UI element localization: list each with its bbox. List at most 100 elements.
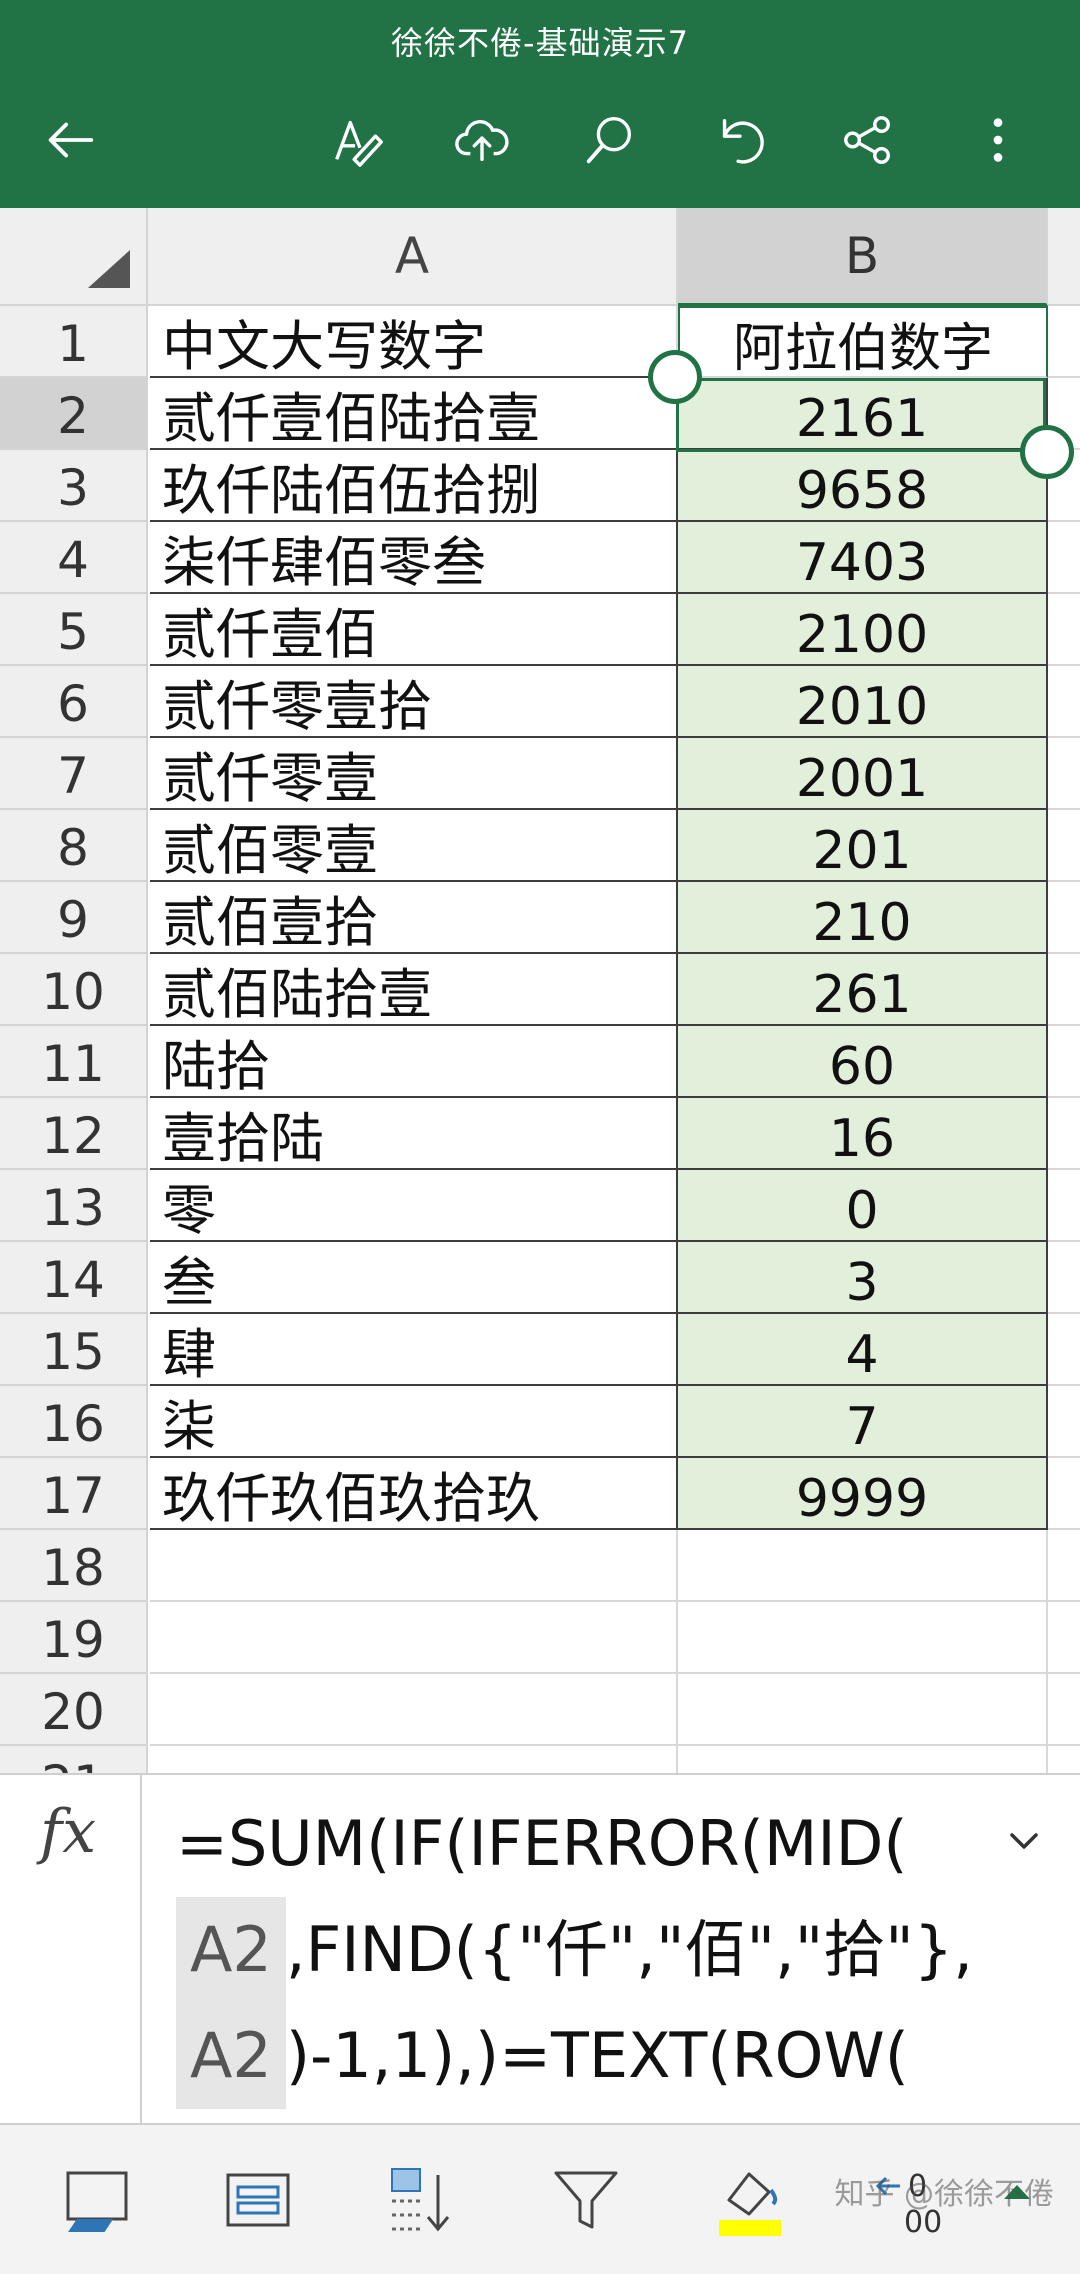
cell-c[interactable] (1048, 1530, 1080, 1602)
cell-c[interactable] (1048, 1026, 1080, 1098)
cell-b[interactable]: 201 (678, 810, 1048, 882)
cell-a[interactable]: 壹拾陆 (150, 1098, 678, 1170)
cell-a[interactable]: 贰仟壹佰陆拾壹 (150, 378, 678, 450)
cell-c[interactable] (1048, 666, 1080, 738)
row-header[interactable]: 19 (0, 1602, 148, 1674)
cell-b[interactable]: 3 (678, 1242, 1048, 1314)
cell-b[interactable]: 16 (678, 1098, 1048, 1170)
cell-b[interactable]: 210 (678, 882, 1048, 954)
cell-b[interactable]: 2161 (678, 378, 1048, 450)
share-button[interactable] (830, 102, 906, 178)
selection-handle-top-left[interactable] (648, 350, 702, 404)
cell-a[interactable] (150, 1602, 678, 1674)
cell-a[interactable]: 贰佰壹拾 (150, 882, 678, 954)
row-header[interactable]: 18 (0, 1530, 148, 1602)
row-header[interactable]: 12 (0, 1098, 148, 1170)
fill-color-button[interactable] (690, 2145, 810, 2255)
row-header[interactable]: 15 (0, 1314, 148, 1386)
more-button[interactable] (960, 102, 1036, 178)
cell-c[interactable] (1048, 882, 1080, 954)
row-header[interactable]: 20 (0, 1674, 148, 1746)
cell-a[interactable]: 贰仟壹佰 (150, 594, 678, 666)
cell-a[interactable] (150, 1674, 678, 1746)
cell-b[interactable]: 0 (678, 1170, 1048, 1242)
row-header[interactable]: 13 (0, 1170, 148, 1242)
cell-c[interactable] (1048, 1386, 1080, 1458)
back-button[interactable] (32, 102, 108, 178)
cell-b[interactable]: 2100 (678, 594, 1048, 666)
cell-b[interactable]: 阿拉伯数字 (678, 306, 1048, 379)
row-header[interactable]: 11 (0, 1026, 148, 1098)
formula-input[interactable]: =SUM(IF(IFERROR(MID( A2 ,FIND({"仟","佰","拾… (176, 1791, 976, 2109)
chevron-down-icon[interactable] (1002, 1819, 1046, 1863)
column-header-a[interactable]: A (148, 208, 678, 306)
cell-a[interactable]: 贰仟零壹拾 (150, 666, 678, 738)
row-header[interactable]: 3 (0, 450, 148, 522)
cell-a[interactable]: 柒仟肆佰零叁 (150, 522, 678, 594)
row-header[interactable]: 5 (0, 594, 148, 666)
cell-a[interactable]: 陆拾 (150, 1026, 678, 1098)
cell-c[interactable] (1048, 1458, 1080, 1530)
cell-b[interactable]: 7403 (678, 522, 1048, 594)
cell-b[interactable]: 9658 (678, 450, 1048, 522)
cell-b[interactable] (678, 1602, 1048, 1674)
cell-a[interactable]: 贰佰零壹 (150, 810, 678, 882)
cell-c[interactable] (1048, 1170, 1080, 1242)
cell-c[interactable] (1048, 594, 1080, 666)
edit-button[interactable] (320, 102, 396, 178)
cell-a[interactable]: 贰仟零壹 (150, 738, 678, 810)
column-header-c[interactable] (1048, 208, 1080, 306)
cell-a[interactable]: 玖仟玖佰玖拾玖 (150, 1458, 678, 1530)
cell-b[interactable] (678, 1674, 1048, 1746)
cell-b[interactable]: 9999 (678, 1458, 1048, 1530)
row-header[interactable]: 4 (0, 522, 148, 594)
cell-a[interactable]: 叁 (150, 1242, 678, 1314)
row-header[interactable]: 9 (0, 882, 148, 954)
row-header[interactable]: 16 (0, 1386, 148, 1458)
cell-c[interactable] (1048, 1314, 1080, 1386)
cell-b[interactable]: 60 (678, 1026, 1048, 1098)
cell-c[interactable] (1048, 1242, 1080, 1314)
spreadsheet-grid[interactable]: A B 1 中文大写数字 阿拉伯数字 2 贰仟壹佰陆拾壹 2161 3 玖仟陆佰伍拾捌 9658… (0, 208, 1080, 1773)
cell-a[interactable]: 肆 (150, 1314, 678, 1386)
cell-a[interactable]: 零 (150, 1170, 678, 1242)
cell-b[interactable]: 261 (678, 954, 1048, 1026)
row-header[interactable]: 17 (0, 1458, 148, 1530)
cell-c[interactable] (1048, 522, 1080, 594)
selection-handle-bottom-right[interactable] (1020, 425, 1074, 479)
select-all-corner[interactable] (0, 208, 148, 306)
cell-reference-token[interactable]: A2 (176, 1897, 286, 2003)
undo-button[interactable] (702, 102, 778, 178)
search-button[interactable] (572, 102, 648, 178)
row-header[interactable]: 8 (0, 810, 148, 882)
sort-button[interactable] (360, 2145, 480, 2255)
row-header[interactable]: 21 (0, 1746, 148, 1773)
cell-c[interactable] (1048, 738, 1080, 810)
cell-a[interactable]: 柒 (150, 1386, 678, 1458)
row-header[interactable]: 2 (0, 378, 148, 450)
cell-b[interactable]: 4 (678, 1314, 1048, 1386)
cell-a[interactable] (150, 1746, 678, 1773)
filter-button[interactable] (526, 2145, 646, 2255)
cloud-upload-button[interactable] (444, 102, 520, 178)
cell-c[interactable] (1048, 810, 1080, 882)
row-header[interactable]: 7 (0, 738, 148, 810)
cell-c[interactable] (1048, 1674, 1080, 1746)
cell-a[interactable] (150, 1530, 678, 1602)
cell-b[interactable]: 7 (678, 1386, 1048, 1458)
function-button[interactable]: fx (0, 1775, 142, 2123)
row-header[interactable]: 6 (0, 666, 148, 738)
cell-c[interactable] (1048, 1602, 1080, 1674)
cell-b[interactable]: 2010 (678, 666, 1048, 738)
cell-a[interactable]: 贰佰陆拾壹 (150, 954, 678, 1026)
cell-a[interactable]: 中文大写数字 (150, 306, 678, 378)
cell-a[interactable]: 玖仟陆佰伍拾捌 (150, 450, 678, 522)
cell-b[interactable]: 2001 (678, 738, 1048, 810)
column-header-b[interactable]: B (678, 208, 1048, 306)
formula-bar[interactable]: fx =SUM(IF(IFERROR(MID( A2 ,FIND({"仟","佰"… (0, 1773, 1080, 2125)
cell-reference-token[interactable]: A2 (176, 2003, 286, 2109)
row-header[interactable]: 10 (0, 954, 148, 1026)
freeze-panes-button[interactable] (36, 2145, 156, 2255)
cell-c[interactable] (1048, 954, 1080, 1026)
cell-b[interactable] (678, 1530, 1048, 1602)
